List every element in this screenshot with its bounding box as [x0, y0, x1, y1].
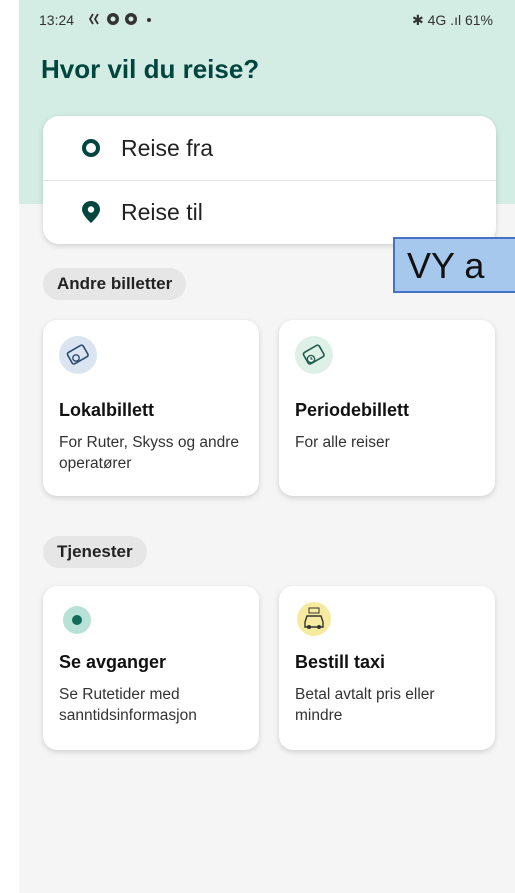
search-card: Reise fra Reise til	[43, 116, 496, 244]
tile-description: Betal avtalt pris eller mindre	[295, 686, 435, 724]
status-time: 13:24	[39, 12, 75, 28]
departures-dot-icon	[63, 606, 91, 634]
section-services: Tjenester	[43, 536, 147, 568]
origin-circle-icon	[81, 138, 101, 158]
taxi-icon	[297, 602, 331, 636]
status-bar: 13:24 ✱ 4G .ıl 61%	[19, 0, 515, 40]
overlay-banner: VY a	[393, 237, 515, 293]
to-field[interactable]: Reise til	[43, 180, 496, 244]
status-right: ✱ 4G .ıl 61%	[412, 12, 493, 28]
tile-description: For alle reiser	[295, 434, 390, 451]
to-field-label: Reise til	[121, 198, 203, 225]
from-field[interactable]: Reise fra	[43, 116, 496, 181]
from-field-label: Reise fra	[121, 134, 214, 161]
tile-title: Lokalbillett	[59, 400, 155, 420]
section-other-tickets: Andre billetter	[43, 268, 187, 300]
tile-bestill-taxi[interactable]: Bestill taxi Betal avtalt pris eller min…	[279, 586, 495, 750]
tile-title: Periodebillett	[295, 400, 410, 420]
destination-pin-icon	[81, 200, 101, 224]
ticket-icon	[59, 336, 97, 374]
tile-periodebillett[interactable]: Periodebillett For alle reiser	[279, 320, 495, 496]
notification-icons	[88, 10, 179, 31]
tile-description: For Ruter, Skyss og andre operatører	[59, 434, 240, 472]
tile-se-avganger[interactable]: Se avganger Se Rutetider med sanntidsinf…	[43, 586, 259, 750]
app-screen: 13:24 ✱ 4G .ıl 61% Hvor vil du reise? Re…	[19, 0, 515, 893]
page-title: Hvor vil du reise?	[41, 54, 260, 84]
tile-title: Se avganger	[59, 652, 167, 672]
tile-title: Bestill taxi	[295, 652, 386, 672]
tile-description: Se Rutetider med sanntidsinformasjon	[59, 686, 197, 724]
tile-lokalbillett[interactable]: Lokalbillett For Ruter, Skyss og andre o…	[43, 320, 259, 496]
period-ticket-icon	[295, 336, 333, 374]
